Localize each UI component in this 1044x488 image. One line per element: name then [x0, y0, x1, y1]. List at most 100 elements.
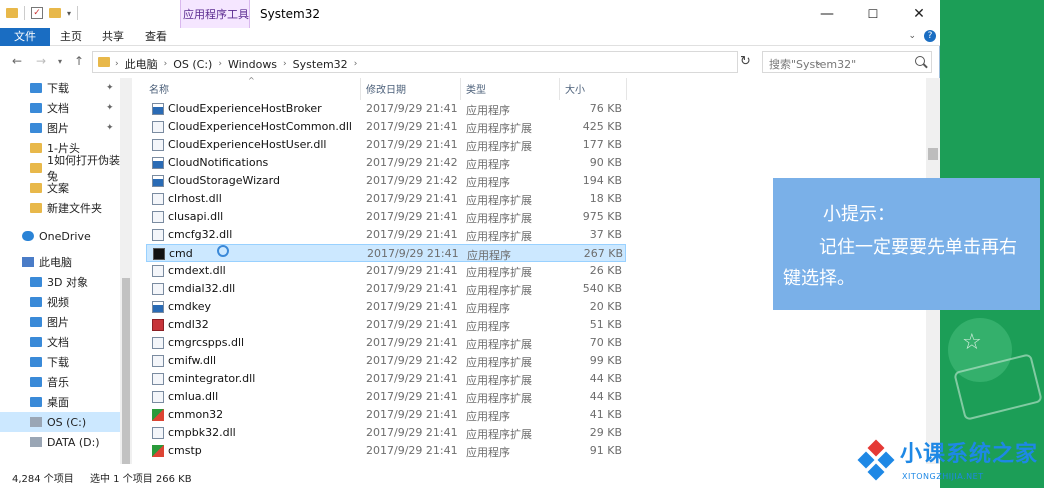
sidebar-item[interactable]: 3D 对象: [0, 272, 120, 292]
file-date: 2017/9/29 21:41: [366, 138, 458, 151]
table-row[interactable]: cmdext.dll 2017/9/29 21:41 应用程序扩展 26 KB: [146, 262, 626, 280]
file-size: 194 KB: [582, 174, 622, 187]
mon-file-icon: [152, 445, 164, 457]
help-icon[interactable]: ?: [924, 30, 936, 42]
breadcrumb-this-pc[interactable]: 此电脑: [125, 56, 158, 72]
column-header-type[interactable]: 类型: [466, 82, 486, 100]
pin-icon[interactable]: ✦: [106, 83, 114, 93]
customize-quick-access-icon[interactable]: ▾: [67, 9, 71, 18]
close-button[interactable]: ✕: [896, 2, 942, 26]
chevron-right-icon[interactable]: ›: [283, 59, 287, 69]
table-row[interactable]: cmintegrator.dll 2017/9/29 21:41 应用程序扩展 44 …: [146, 370, 626, 388]
table-row[interactable]: cmpbk32.dll 2017/9/29 21:41 应用程序扩展 29 KB: [146, 424, 626, 442]
pin-icon[interactable]: ✦: [106, 103, 114, 113]
column-header-name[interactable]: 名称: [149, 82, 169, 100]
tab-share[interactable]: 共享: [94, 28, 132, 46]
table-row[interactable]: clusapi.dll 2017/9/29 21:41 应用程序扩展 975 KB: [146, 208, 626, 226]
tab-file[interactable]: 文件: [0, 28, 50, 46]
chevron-right-icon[interactable]: ›: [115, 59, 119, 69]
pin-icon[interactable]: ✦: [106, 123, 114, 133]
search-box[interactable]: 搜索"System32": [762, 51, 932, 73]
minimize-button[interactable]: —: [804, 2, 850, 26]
sidebar-item-label: 下载: [47, 82, 69, 95]
column-header-date[interactable]: 修改日期: [366, 82, 406, 100]
new-folder-icon[interactable]: [49, 8, 61, 18]
table-row[interactable]: cmifw.dll 2017/9/29 21:42 应用程序扩展 99 KB: [146, 352, 626, 370]
file-list-scroll-thumb[interactable]: [928, 148, 938, 160]
tab-home[interactable]: 主页: [52, 28, 90, 46]
sidebar-item[interactable]: 1如何打开伪装兔: [0, 154, 120, 183]
sidebar-item[interactable]: 图片 ✦: [0, 118, 120, 138]
table-row[interactable]: cmd 2017/9/29 21:41 应用程序 267 KB: [146, 244, 626, 262]
chevron-right-icon[interactable]: ›: [218, 59, 222, 69]
table-row[interactable]: cmdl32 2017/9/29 21:41 应用程序 51 KB: [146, 316, 626, 334]
chevron-right-icon[interactable]: ›: [354, 59, 358, 69]
documents-folder-icon: [30, 337, 42, 347]
sidebar-item[interactable]: OS (C:): [0, 412, 120, 432]
table-row[interactable]: CloudExperienceHostCommon.dll 2017/9/29 2…: [146, 118, 626, 136]
folder-icon[interactable]: [6, 8, 18, 18]
file-type: 应用程序: [466, 104, 510, 117]
sidebar-item[interactable]: 视频: [0, 292, 120, 312]
file-date: 2017/9/29 21:41: [366, 210, 458, 223]
sidebar-item-label: 桌面: [47, 396, 69, 409]
file-date: 2017/9/29 21:41: [366, 120, 458, 133]
sidebar-item[interactable]: 文案: [0, 178, 120, 198]
file-type: 应用程序: [466, 302, 510, 315]
sidebar-item[interactable]: 桌面: [0, 392, 120, 412]
pictures-folder-icon: [30, 317, 42, 327]
sidebar-item[interactable]: 新建文件夹: [0, 198, 120, 218]
sidebar-item[interactable]: 文档: [0, 332, 120, 352]
file-date: 2017/9/29 21:41: [366, 300, 458, 313]
breadcrumb-windows[interactable]: Windows: [228, 58, 277, 71]
os-drive-icon: [30, 417, 42, 427]
dll-file-icon: [152, 193, 164, 205]
file-type: 应用程序扩展: [466, 122, 532, 135]
recent-locations-icon[interactable]: ▾: [58, 57, 62, 66]
column-header-size[interactable]: 大小: [565, 82, 585, 100]
file-size: 18 KB: [589, 192, 622, 205]
table-row[interactable]: CloudExperienceHostBroker 2017/9/29 21:41…: [146, 100, 626, 118]
table-row[interactable]: cmdial32.dll 2017/9/29 21:41 应用程序扩展 540 KB: [146, 280, 626, 298]
sidebar-scroll-thumb[interactable]: [122, 278, 130, 464]
table-row[interactable]: cmlua.dll 2017/9/29 21:41 应用程序扩展 44 KB: [146, 388, 626, 406]
table-row[interactable]: cmdkey 2017/9/29 21:41 应用程序 20 KB: [146, 298, 626, 316]
sidebar-item[interactable]: 下载: [0, 352, 120, 372]
expand-ribbon-icon[interactable]: ⌄: [908, 31, 916, 41]
file-date: 2017/9/29 21:41: [366, 390, 458, 403]
table-row[interactable]: CloudExperienceHostUser.dll 2017/9/29 21:…: [146, 136, 626, 154]
chevron-right-icon[interactable]: ›: [164, 59, 168, 69]
sidebar-item[interactable]: OneDrive: [0, 226, 120, 246]
file-date: 2017/9/29 21:41: [366, 318, 458, 331]
search-input[interactable]: 搜索"System32": [769, 56, 856, 72]
forward-arrow-icon[interactable]: →: [36, 54, 46, 68]
properties-icon[interactable]: ✓: [31, 7, 43, 19]
table-row[interactable]: cmmon32 2017/9/29 21:41 应用程序 41 KB: [146, 406, 626, 424]
sidebar-item[interactable]: 下载 ✦: [0, 78, 120, 98]
table-row[interactable]: cmstp 2017/9/29 21:41 应用程序 91 KB: [146, 442, 626, 460]
address-toolbar: ← → ▾ ↑ › 此电脑 › OS (C:) › Windows › Syst…: [0, 48, 940, 76]
refresh-icon[interactable]: ↻: [740, 54, 751, 69]
tab-view[interactable]: 查看: [137, 28, 175, 46]
breadcrumb-system32[interactable]: System32: [293, 58, 348, 71]
sidebar-item[interactable]: 音乐: [0, 372, 120, 392]
table-row[interactable]: cmcfg32.dll 2017/9/29 21:41 应用程序扩展 37 KB: [146, 226, 626, 244]
sidebar-item[interactable]: 文档 ✦: [0, 98, 120, 118]
sidebar-item[interactable]: 此电脑: [0, 252, 120, 272]
up-arrow-icon[interactable]: ↑: [74, 54, 84, 68]
file-date: 2017/9/29 21:41: [366, 102, 458, 115]
sidebar-item[interactable]: DATA (D:): [0, 432, 120, 452]
back-arrow-icon[interactable]: ←: [12, 54, 22, 68]
address-bar[interactable]: › 此电脑 › OS (C:) › Windows › System32 › ⌄: [92, 51, 823, 73]
selection-info: 选中 1 个项目 266 KB: [90, 474, 192, 485]
search-icon[interactable]: [915, 56, 925, 66]
sidebar-item[interactable]: 图片: [0, 312, 120, 332]
breadcrumb-os-c[interactable]: OS (C:): [173, 58, 212, 71]
table-row[interactable]: CloudNotifications 2017/9/29 21:42 应用程序 90 …: [146, 154, 626, 172]
table-row[interactable]: CloudStorageWizard 2017/9/29 21:42 应用程序 194…: [146, 172, 626, 190]
table-row[interactable]: clrhost.dll 2017/9/29 21:41 应用程序扩展 18 KB: [146, 190, 626, 208]
folder-icon: [30, 183, 42, 193]
maximize-button[interactable]: ☐: [850, 2, 896, 26]
table-row[interactable]: cmgrcspps.dll 2017/9/29 21:41 应用程序扩展 70 KB: [146, 334, 626, 352]
sidebar-item-label: 图片: [47, 316, 69, 329]
